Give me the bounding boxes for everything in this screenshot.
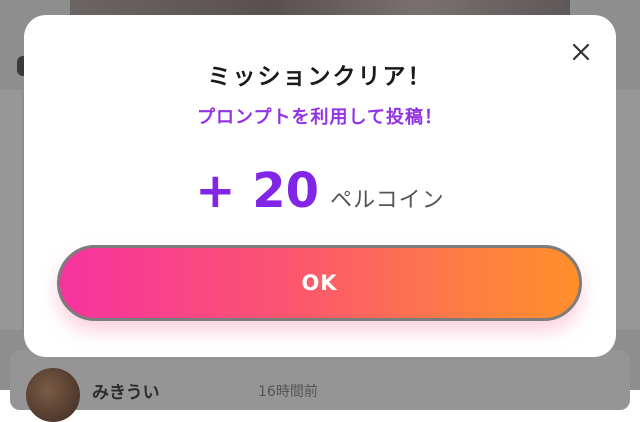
background-card: [614, 90, 640, 330]
reward-amount: + 20: [195, 163, 319, 219]
reward-display: + 20 ペルコイン: [24, 163, 616, 219]
ok-button-label: OK: [301, 271, 337, 295]
mission-clear-modal: ミッションクリア！ プロンプトを利用して投稿！ + 20 ペルコイン OK: [24, 15, 616, 357]
modal-title: ミッションクリア！: [24, 57, 616, 91]
post-timestamp: 16時間前: [258, 381, 318, 401]
avatar: [26, 368, 80, 422]
background-card: [0, 90, 22, 330]
post-username: みきうい: [92, 378, 160, 403]
ok-button[interactable]: OK: [57, 245, 582, 321]
modal-subtitle: プロンプトを利用して投稿！: [24, 103, 616, 129]
reward-unit: ペルコイン: [330, 188, 445, 213]
